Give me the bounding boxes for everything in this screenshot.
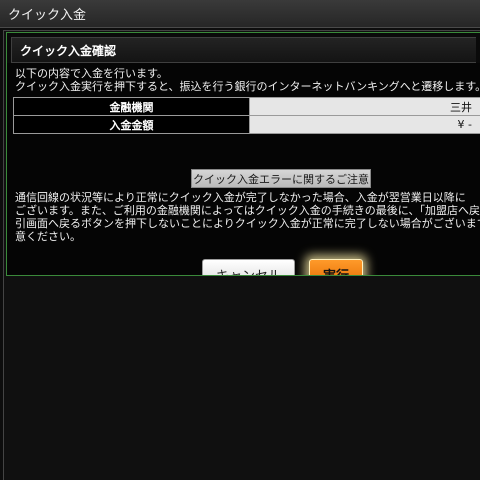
warning-line-4: 意ください。 [15, 230, 81, 243]
intro-line-1: 以下の内容で入金を行います。 [15, 67, 168, 80]
warning-line-3: 引画面へ戻るボタンを押下しないことによりクイック入金が正常に完了しない場合がござ… [15, 217, 480, 230]
warning-line-1: 通信回線の状況等により正常にクイック入金が完了しなかった場合、入金が翌営業日以降… [15, 191, 466, 204]
table-row: 金融機関 三井 [13, 97, 480, 116]
window-title-bar: クイック入金 [0, 0, 480, 28]
table-row: 入金金額 ¥ - [13, 115, 480, 134]
amount-value: ¥ - [249, 115, 480, 134]
intro-text: 以下の内容で入金を行います。 クイック入金実行を押下すると、振込を行う銀行のイン… [15, 67, 480, 93]
window-title: クイック入金 [8, 8, 87, 23]
warning-line-2: ございます。また、ご利用の金融機関によってはクイック入金の手続きの最後に、「加盟… [15, 204, 480, 217]
dialog-title: クイック入金確認 [20, 43, 117, 58]
quick-deposit-error-notice-button[interactable]: クイック入金エラーに関するご注意 [191, 169, 371, 188]
dialog-body: 以下の内容で入金を行います。 クイック入金実行を押下すると、振込を行う銀行のイン… [7, 63, 480, 275]
warning-text: 通信回線の状況等により正常にクイック入金が完了しなかった場合、入金が翌営業日以降… [15, 191, 480, 243]
quick-deposit-confirm-dialog: クイック入金確認 以下の内容で入金を行います。 クイック入金実行を押下すると、振… [6, 32, 480, 276]
intro-line-2: クイック入金実行を押下すると、振込を行う銀行のインターネットバンキングへと遷移し… [15, 80, 480, 93]
dialog-header: クイック入金確認 [11, 37, 476, 63]
bank-label: 金融機関 [13, 97, 250, 116]
bank-value: 三井 [249, 97, 480, 116]
cancel-button[interactable]: キャンセル [202, 259, 295, 275]
execute-button[interactable]: 実行 [309, 259, 363, 275]
deposit-info-table: 金融機関 三井 入金金額 ¥ - [13, 97, 480, 134]
amount-label: 入金金額 [13, 115, 250, 134]
